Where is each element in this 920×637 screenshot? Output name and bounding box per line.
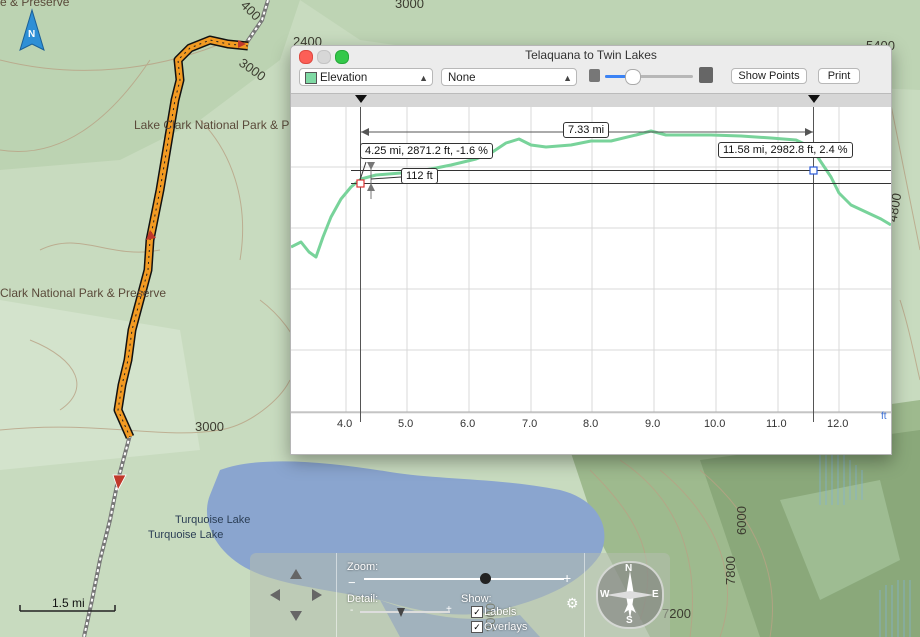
detail-plus-icon[interactable]: + xyxy=(446,604,452,615)
compass-e: E xyxy=(652,589,659,600)
elevation-chart[interactable]: 7.33 mi 4.25 mi, 2871.2 ft, -1.6 % 11.58… xyxy=(291,107,891,454)
chevron-updown-icon: ▲ xyxy=(563,73,572,83)
window-titlebar[interactable]: Telaquana to Twin Lakes xyxy=(291,46,891,65)
detail-slider[interactable] xyxy=(360,608,450,617)
x-tick-label: 10.0 xyxy=(704,418,726,430)
north-label: N xyxy=(28,29,36,40)
contour-label: 7800 xyxy=(722,556,738,585)
lake-label-turquoise: Turquoise Lake xyxy=(175,514,251,526)
detail-minus-icon[interactable]: - xyxy=(350,605,353,616)
zoom-label: Zoom: xyxy=(347,561,379,573)
park-label-lake-clark-2: Clark National Park & Preserve xyxy=(0,286,167,300)
pan-control[interactable] xyxy=(266,565,326,625)
zoom-out-profile-icon[interactable] xyxy=(589,69,600,82)
x-tick-label: 8.0 xyxy=(583,418,599,430)
labels-option-label: Labels xyxy=(484,606,517,618)
profile-type-value: Elevation xyxy=(320,72,368,84)
x-tick-label: 11.0 xyxy=(766,418,787,430)
contour-label: 3000 xyxy=(195,419,224,434)
right-marker-callout: 11.58 mi, 2982.8 ft, 2.4 % xyxy=(718,142,853,158)
park-label-top: e & Preserve xyxy=(0,0,70,9)
profile-type-select[interactable]: Elevation ▲ xyxy=(299,68,433,86)
scale-label: 1.5 mi xyxy=(52,596,85,610)
left-marker-callout: 4.25 mi, 2871.2 ft, -1.6 % xyxy=(360,143,493,159)
lake-label-turquoise-2: Turquoise Lake xyxy=(148,529,224,541)
gear-icon[interactable]: ⚙ xyxy=(566,595,579,612)
detail-label: Detail: xyxy=(347,593,379,605)
zoom-window-button[interactable] xyxy=(335,50,349,64)
x-tick-label: 7.0 xyxy=(522,418,538,430)
contour-label: 6000 xyxy=(733,506,749,535)
zoom-slider-knob[interactable] xyxy=(480,573,491,584)
map-controls-panel: Zoom: − + Detail: - + Show: ✓ Labels ✓ O… xyxy=(250,553,670,637)
compass-n: N xyxy=(625,563,633,574)
contour-label: 3000 xyxy=(395,0,424,11)
compass-control[interactable]: N S W E xyxy=(596,561,664,629)
compass-w: W xyxy=(600,589,610,600)
overlays-checkbox[interactable]: ✓ xyxy=(471,621,483,633)
zoom-in-profile-icon[interactable] xyxy=(699,67,713,83)
x-tick-label: 9.0 xyxy=(645,418,661,430)
x-tick-label: 12.0 xyxy=(827,418,849,430)
zoom-slider[interactable] xyxy=(364,573,564,584)
x-edge-label: ft xyxy=(881,411,887,422)
secondary-profile-value: None xyxy=(448,72,476,84)
labels-checkbox[interactable]: ✓ xyxy=(471,606,483,618)
x-tick-label: 5.0 xyxy=(398,418,414,430)
profile-zoom-slider-knob[interactable] xyxy=(625,69,641,85)
chevron-updown-icon: ▲ xyxy=(419,73,428,83)
left-range-handle[interactable] xyxy=(355,94,367,104)
elevation-swatch-icon xyxy=(305,72,317,84)
overlays-option-label: Overlays xyxy=(484,621,528,633)
compass-s: S xyxy=(626,615,633,626)
show-label: Show: xyxy=(461,593,492,605)
elevation-profile-window[interactable]: Telaquana to Twin Lakes Elevation ▲ None… xyxy=(290,45,892,455)
park-label-lake-clark: Lake Clark National Park & P xyxy=(134,118,290,132)
x-tick-label: 6.0 xyxy=(460,418,476,430)
x-tick-label: 4.0 xyxy=(337,418,353,430)
elevation-delta-callout: 112 ft xyxy=(401,168,438,184)
print-button[interactable]: Print xyxy=(818,68,860,84)
zoom-out-icon[interactable]: − xyxy=(348,575,356,590)
window-title: Telaquana to Twin Lakes xyxy=(525,48,657,62)
secondary-profile-select[interactable]: None ▲ xyxy=(441,68,577,86)
right-range-handle[interactable] xyxy=(808,94,820,104)
detail-slider-knob[interactable] xyxy=(397,608,405,617)
show-points-button[interactable]: Show Points xyxy=(731,68,807,84)
profile-zoom-slider[interactable] xyxy=(605,69,693,85)
zoom-in-icon[interactable]: + xyxy=(563,570,571,586)
close-window-button[interactable] xyxy=(299,50,313,64)
minimize-window-button[interactable] xyxy=(317,50,331,64)
range-distance-label: 7.33 mi xyxy=(563,122,610,138)
